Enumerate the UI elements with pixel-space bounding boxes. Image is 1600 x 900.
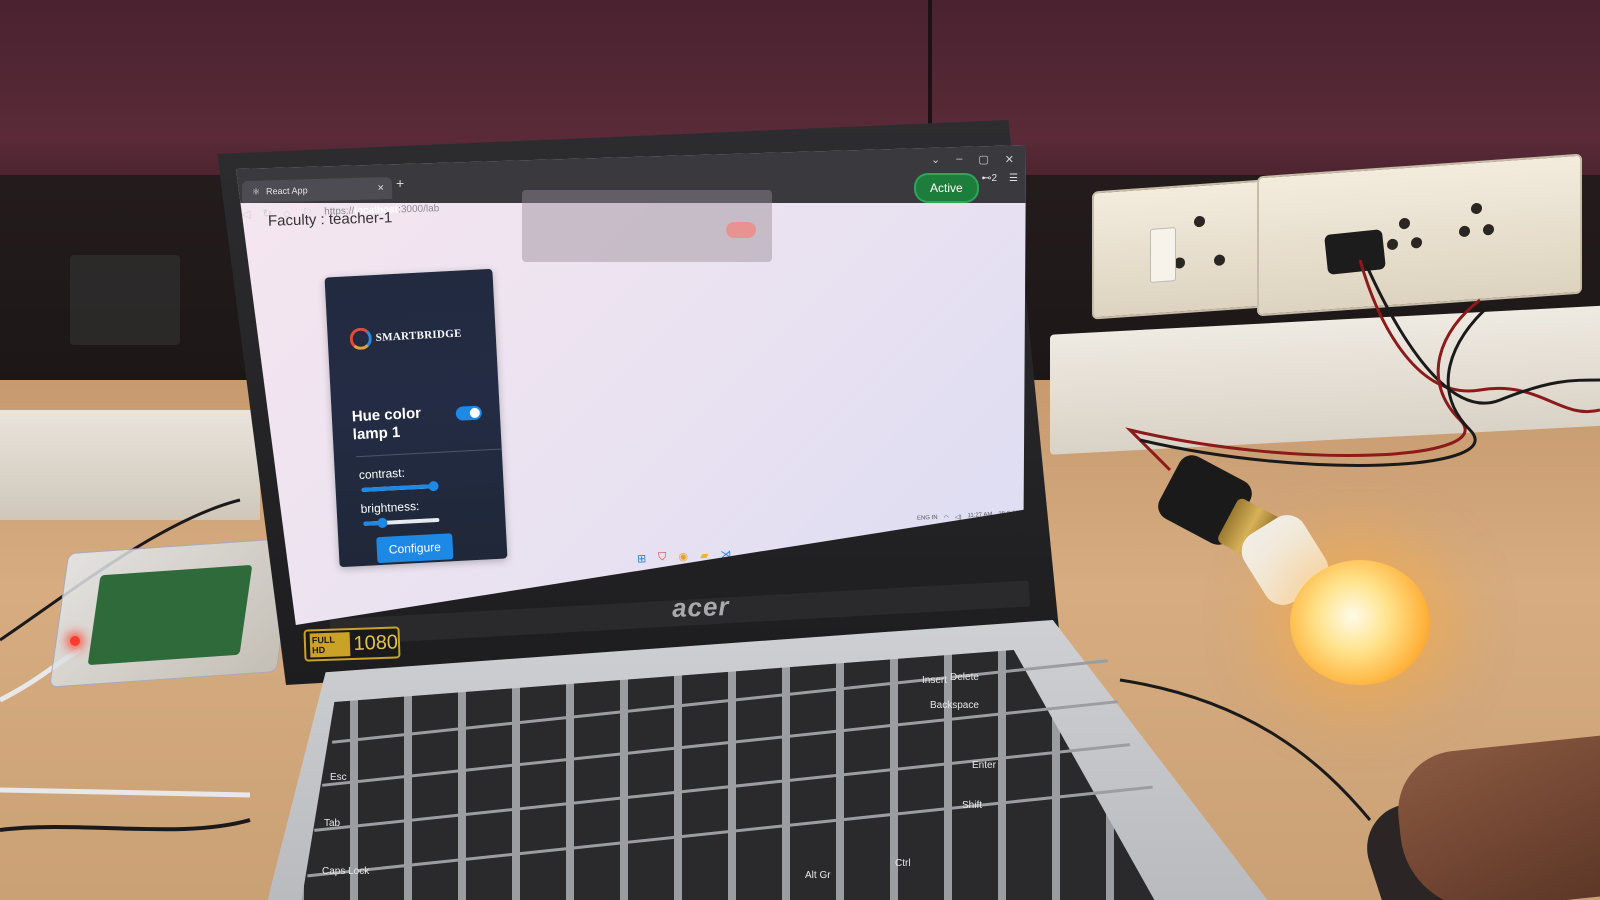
smartbridge-logo-icon (349, 327, 373, 351)
maximize-icon[interactable]: ▢ (978, 153, 988, 166)
contrast-fill (361, 484, 434, 492)
new-tab-button[interactable]: + (396, 175, 404, 191)
react-logo-icon: ⚛ (251, 186, 261, 197)
windows-icon[interactable]: ⊞ (637, 552, 647, 565)
brightness-label: brightness: (360, 498, 420, 517)
tab-close-icon[interactable]: × (377, 182, 384, 194)
tab-react-app[interactable]: ⚛ React App × (241, 176, 393, 204)
minimize-icon[interactable]: – (956, 153, 962, 166)
key-caps-lock[interactable]: Caps Lock (322, 866, 369, 877)
full-hd-badge: FULL HD 1080 (303, 626, 401, 662)
badge-resolution: 1080 (353, 631, 399, 655)
key-alt-gr[interactable]: Alt Gr (805, 870, 831, 881)
tab-title: React App (265, 185, 308, 197)
key-delete[interactable]: Delete (950, 672, 979, 683)
key-ctrl[interactable]: Ctrl (895, 858, 911, 869)
chevron-down-icon[interactable]: ⌄ (931, 153, 940, 166)
power-led (70, 636, 80, 646)
close-icon[interactable]: ✕ (1005, 153, 1014, 166)
raspberry-pi-board (87, 564, 253, 666)
contrast-slider[interactable] (361, 480, 440, 492)
glowing-bulb (1290, 560, 1430, 685)
card-divider (355, 448, 502, 458)
back-icon[interactable]: ◁ (242, 208, 251, 221)
lamp-power-toggle[interactable] (455, 405, 483, 421)
wifi-icon[interactable]: ◠ (944, 514, 950, 521)
key-esc[interactable]: Esc (330, 772, 347, 783)
faculty-label: Faculty : teacher-1 (267, 209, 393, 230)
brave-icon[interactable]: ⛉ (658, 551, 667, 564)
contrast-thumb[interactable] (428, 480, 440, 492)
key-shift[interactable]: Shift (962, 800, 982, 811)
brightness-thumb[interactable] (377, 517, 388, 529)
faded-dialog-button (726, 222, 756, 238)
lamp-control-card: SMARTBRIDGE Hue color lamp 1 contrast: b… (324, 268, 508, 568)
configure-button[interactable]: Configure (376, 533, 454, 564)
menu-icon[interactable]: ☰ (1009, 173, 1018, 184)
lamp-name: Hue color lamp 1 (351, 404, 422, 444)
faded-dialog (522, 190, 772, 262)
window-controls: ⌄ – ▢ ✕ (931, 153, 1014, 166)
smartbridge-logo: SMARTBRIDGE (349, 323, 462, 351)
chrome-icon[interactable]: ◉ (678, 550, 688, 563)
status-badge: Active (914, 173, 979, 203)
tray-language[interactable]: ENG IN (917, 515, 938, 523)
contrast-label: contrast: (358, 465, 406, 483)
key-tab[interactable]: Tab (324, 818, 340, 829)
key-enter[interactable]: Enter (972, 760, 996, 771)
volume-icon[interactable]: ◁) (955, 514, 962, 521)
logo-text: SMARTBRIDGE (375, 327, 463, 344)
badge-hd-text: FULL HD (309, 632, 350, 658)
key-backspace[interactable]: Backspace (930, 700, 979, 711)
laptop-brand-logo: acer (671, 591, 730, 623)
key-insert[interactable]: Insert (922, 675, 947, 686)
brightness-slider[interactable] (363, 517, 440, 529)
vpn-icon[interactable]: ⊷2 (981, 173, 997, 184)
lamp-header: Hue color lamp 1 (351, 402, 483, 445)
